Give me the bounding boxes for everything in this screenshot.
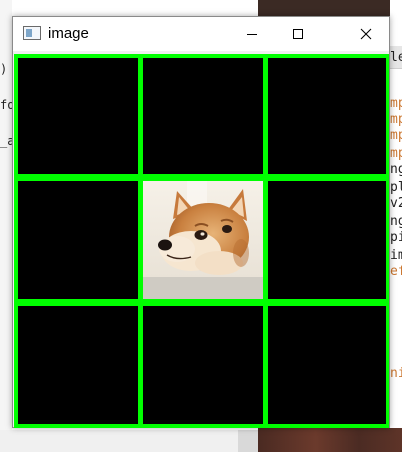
minimize-button[interactable] bbox=[229, 17, 275, 51]
background-gray-block bbox=[238, 430, 258, 452]
grid-cell-1-0 bbox=[18, 181, 138, 299]
right-fragment-5: mp bbox=[390, 146, 402, 161]
grid-cell-0-0 bbox=[18, 58, 138, 174]
maximize-button[interactable] bbox=[275, 17, 321, 51]
right-fragment-4: mp bbox=[390, 128, 402, 143]
right-fragment-10: pi bbox=[390, 230, 402, 245]
right-fragment-9: ng bbox=[390, 214, 402, 229]
background-editor-left: ) fo _a bbox=[0, 0, 14, 452]
right-fragment-1: le bbox=[390, 50, 402, 65]
grid-cell-1-2 bbox=[268, 181, 386, 299]
app-window-icon bbox=[23, 26, 41, 40]
close-button[interactable] bbox=[343, 17, 389, 51]
doge-face-illustration bbox=[143, 181, 263, 299]
background-photo-bottom bbox=[258, 428, 402, 452]
app-window-icon-pane bbox=[26, 29, 32, 37]
right-fragment-7: pl bbox=[390, 180, 402, 195]
grid-cell-2-0 bbox=[18, 306, 138, 424]
right-fragment-3: mp bbox=[390, 112, 402, 127]
grid-cell-0-2 bbox=[268, 58, 386, 174]
doge-face-image bbox=[143, 181, 263, 299]
window-titlebar[interactable]: image bbox=[13, 17, 389, 51]
image-window[interactable]: image bbox=[12, 16, 390, 428]
right-fragment-2: mp bbox=[390, 96, 402, 111]
desktop-background: ) fo _a le mp mp mp mp ng pl v2 ng pi im… bbox=[0, 0, 402, 452]
maximize-icon bbox=[293, 29, 303, 39]
right-fragment-6: ng bbox=[390, 162, 402, 177]
grid-cell-2-1 bbox=[143, 306, 263, 424]
right-fragment-13: ni bbox=[390, 366, 402, 381]
image-canvas[interactable] bbox=[14, 54, 389, 428]
grid-cell-0-1 bbox=[143, 58, 263, 174]
close-icon bbox=[360, 28, 372, 40]
grid-cell-2-2 bbox=[268, 306, 386, 424]
right-fragment-12: ef bbox=[390, 264, 402, 279]
right-fragment-8: v2 bbox=[390, 196, 402, 211]
left-fragment-1: ) bbox=[0, 62, 8, 76]
window-title: image bbox=[48, 25, 89, 42]
background-editor-right: le mp mp mp mp ng pl v2 ng pi im ef ni bbox=[390, 0, 402, 452]
right-fragment-11: im bbox=[390, 248, 402, 263]
minimize-icon bbox=[247, 34, 257, 35]
